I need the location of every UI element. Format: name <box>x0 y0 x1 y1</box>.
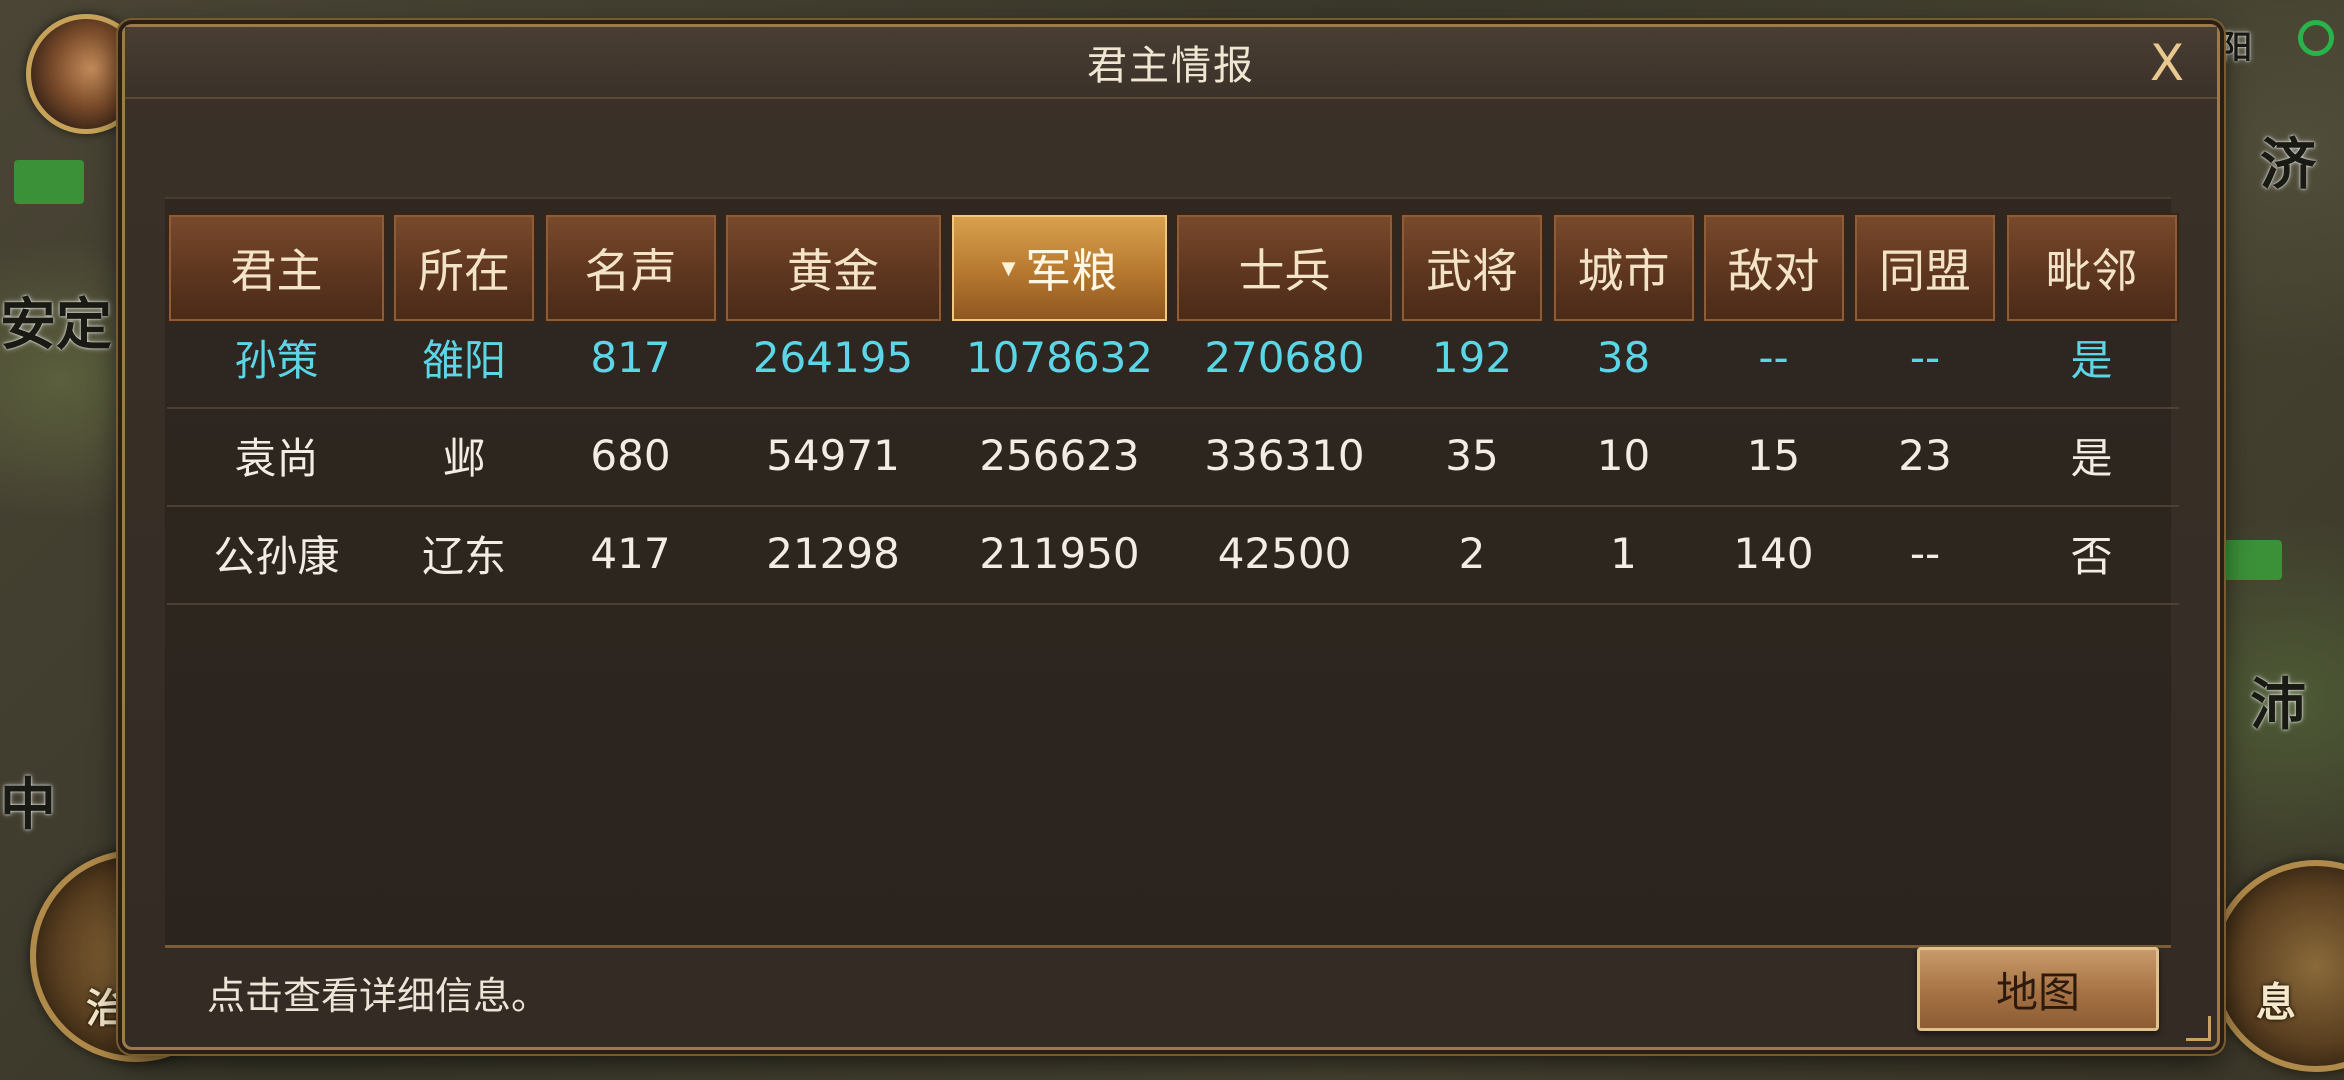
table-cell: 256623 <box>979 430 1140 480</box>
map-button[interactable]: 地图 <box>1917 947 2159 1031</box>
column-header[interactable]: 君主 <box>167 213 386 323</box>
column-header[interactable]: 黄金 <box>723 213 943 323</box>
table-cell: 15 <box>1746 430 1801 480</box>
table-cell: 336310 <box>1204 430 1365 480</box>
column-header-label: 军粮 <box>1025 244 1118 298</box>
table-cell: 270680 <box>1204 332 1365 382</box>
table-cell: 邺 <box>442 433 485 483</box>
map-territory-marker <box>14 160 84 204</box>
table-cell: 1 <box>1610 528 1637 578</box>
table-cell: 1078632 <box>965 332 1154 382</box>
table-cell: 54971 <box>766 430 900 480</box>
table-cell: 是 <box>2070 335 2113 385</box>
table-cell: 21298 <box>766 528 900 578</box>
column-header-label: 敌对 <box>1727 244 1820 298</box>
column-header[interactable]: 敌对 <box>1701 213 1846 323</box>
column-header[interactable]: 所在 <box>392 213 536 323</box>
table-cell: 140 <box>1733 528 1814 578</box>
lord-intel-dialog: 君主情报 X 君主 所在 名声 黄金 ▼ 军粮 士兵 武将 城市 敌对 同盟 毗邻 孙策 雒阳 817 26… <box>122 24 2220 1050</box>
table-cell: 23 <box>1898 430 1952 480</box>
map-territory-marker <box>2222 540 2282 580</box>
table-cell: 42500 <box>1217 528 1352 578</box>
column-header[interactable]: 城市 <box>1551 213 1696 323</box>
signal-status-icon <box>2298 20 2334 56</box>
table-row[interactable]: 袁尚 邺 680 54971 256623 336310 35 10 15 23 是 <box>167 407 2179 507</box>
table-cell: -- <box>1909 332 1941 382</box>
dialog-title-bar: 君主情报 <box>125 27 2217 99</box>
column-header-label: 士兵 <box>1238 244 1331 298</box>
column-header[interactable]: 毗邻 <box>2004 213 2179 323</box>
column-header[interactable]: 士兵 <box>1175 213 1394 323</box>
table-cell: 孙策 <box>234 335 319 385</box>
table-cell: 公孙康 <box>213 531 340 581</box>
table-cell: 10 <box>1596 430 1651 480</box>
table-cell: -- <box>1909 528 1941 578</box>
dialog-title: 君主情报 <box>1087 43 1255 89</box>
map-city-label: 安定 <box>0 293 112 358</box>
table-cell: 35 <box>1445 430 1499 480</box>
column-header-label: 所在 <box>418 244 510 298</box>
table-cell: 否 <box>2070 531 2113 581</box>
table-row[interactable]: 孙策 雒阳 817 264195 1078632 270680 192 38 -- -- 是 <box>167 309 2179 409</box>
table-cell: 2 <box>1458 528 1486 578</box>
table-cell: 是 <box>2070 433 2113 483</box>
table-cell: 264195 <box>752 332 914 382</box>
column-header-label: 毗邻 <box>2045 244 2138 298</box>
column-header-label: 同盟 <box>1879 244 1971 298</box>
column-header[interactable]: ▼ 军粮 <box>950 213 1169 323</box>
round-button-label: 治 <box>86 986 126 1032</box>
table-cell: -- <box>1758 332 1789 382</box>
table-cell: 211950 <box>979 528 1140 578</box>
table-cell: 雒阳 <box>421 335 506 385</box>
close-icon[interactable]: X <box>2139 34 2195 92</box>
table-cell: 38 <box>1596 332 1651 382</box>
table-cell: 680 <box>590 430 671 480</box>
footer-hint: 点击查看详细信息。 <box>207 974 550 1018</box>
round-button-label: 息 <box>2256 980 2296 1026</box>
table-cell: 417 <box>590 528 671 578</box>
column-header-label: 君主 <box>230 244 323 298</box>
column-header-label: 城市 <box>1577 244 1670 298</box>
sort-arrow-icon: ▼ <box>1001 257 1016 279</box>
column-header-label: 黄金 <box>787 244 879 298</box>
column-header-label: 武将 <box>1426 244 1518 298</box>
table-cell: 袁尚 <box>234 433 319 483</box>
column-header[interactable]: 武将 <box>1400 213 1544 323</box>
map-city-label: 阳 <box>2220 28 2253 66</box>
column-header[interactable]: 同盟 <box>1853 213 1997 323</box>
map-city-label: 济 <box>2260 133 2316 198</box>
table-row[interactable]: 公孙康 辽东 417 21298 211950 42500 2 1 140 -- 否 <box>167 505 2179 605</box>
column-header-label: 名声 <box>584 244 677 298</box>
map-city-label: 沛 <box>2250 673 2306 738</box>
table-cell: 192 <box>1431 332 1513 382</box>
column-header[interactable]: 名声 <box>543 213 718 323</box>
table-cell: 817 <box>590 332 671 382</box>
map-city-label: 中 <box>0 773 56 838</box>
table-cell: 辽东 <box>421 531 506 581</box>
